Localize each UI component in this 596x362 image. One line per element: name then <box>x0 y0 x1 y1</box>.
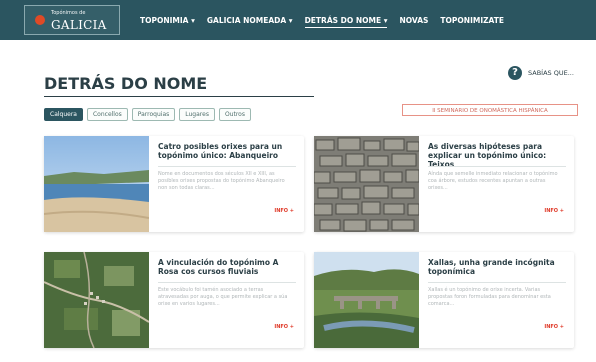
nav-item-detras-do-nome[interactable]: DETRÁS DO NOME ▾ <box>304 16 387 28</box>
filter-lugares[interactable]: Lugares <box>179 108 215 121</box>
filter-parroquias[interactable]: Parroquias <box>131 108 176 121</box>
nav-item-novas[interactable]: NOVAS <box>399 16 428 25</box>
seminar-link[interactable]: II SEMINARIO DE ONOMÁSTICA HISPÁNICA <box>402 104 578 116</box>
card-excerpt: Nome en documentos dos séculos XII e XII… <box>158 171 285 191</box>
filter-chips: Calquera Concellos Parroquias Lugares Ou… <box>44 108 251 121</box>
card-image-beach[interactable] <box>44 136 149 232</box>
nav-item-galicia-nomeada[interactable]: GALICIA NOMEADA ▾ <box>207 16 293 25</box>
main-nav: TOPONIMIA ▾ GALICIA NOMEADA ▾ DETRÁS DO … <box>140 16 504 28</box>
card-divider <box>428 166 566 167</box>
nav-item-toponimizate[interactable]: TOPONIMIZATE <box>440 16 504 25</box>
card-title: Xallas, unha grande incógnita toponímica <box>428 258 555 276</box>
card-title: As diversas hipóteses para explicar un t… <box>428 142 547 169</box>
info-link[interactable]: INFO + <box>544 324 564 330</box>
info-link[interactable]: INFO + <box>544 208 564 214</box>
card-image-stone-wall[interactable] <box>314 136 419 232</box>
top-nav-bar: Topónimos de GALICIA TOPONIMIA ▾ GALICIA… <box>0 0 596 40</box>
card-divider <box>158 166 296 167</box>
article-card-a-rosa[interactable]: A vinculación do topónimo A Rosa cos cur… <box>44 252 304 348</box>
question-icon: ? <box>508 66 522 80</box>
card-excerpt: Aínda que semelle inmediato relacionar o… <box>428 171 558 191</box>
filter-outros[interactable]: Outros <box>218 108 251 121</box>
article-card-teixos[interactable]: As diversas hipóteses para explicar un t… <box>314 136 574 232</box>
card-excerpt: Este vocábulo foi tamén asociado a terra… <box>158 287 288 307</box>
sabias-que-link[interactable]: ? SABÍAS QUE... <box>508 66 574 80</box>
page-title: DETRÁS DO NOME <box>44 74 208 93</box>
logo-mark-icon <box>35 15 45 25</box>
info-link[interactable]: INFO + <box>274 324 294 330</box>
logo-top-text: Topónimos de <box>51 10 86 16</box>
card-divider <box>428 282 566 283</box>
card-title: Catro posibles orixes para un topónimo ú… <box>158 142 283 160</box>
site-logo[interactable]: Topónimos de GALICIA <box>24 5 120 35</box>
filter-calquera[interactable]: Calquera <box>44 108 83 121</box>
card-image-aerial[interactable] <box>44 252 149 348</box>
card-title: A vinculación do topónimo A Rosa cos cur… <box>158 258 279 276</box>
filter-concellos[interactable]: Concellos <box>86 108 128 121</box>
logo-main-text: GALICIA <box>51 18 107 32</box>
sabias-que-label: SABÍAS QUE... <box>528 69 574 77</box>
nav-item-toponimia[interactable]: TOPONIMIA ▾ <box>140 16 195 25</box>
article-card-abanqueiro[interactable]: Catro posibles orixes para un topónimo ú… <box>44 136 304 232</box>
card-excerpt: Xallas é un topónimo de orixe incerta. V… <box>428 287 551 307</box>
info-link[interactable]: INFO + <box>274 208 294 214</box>
card-image-river-bridge[interactable] <box>314 252 419 348</box>
title-underline <box>44 96 314 97</box>
card-divider <box>158 282 296 283</box>
article-card-xallas[interactable]: Xallas, unha grande incógnita toponímica… <box>314 252 574 348</box>
